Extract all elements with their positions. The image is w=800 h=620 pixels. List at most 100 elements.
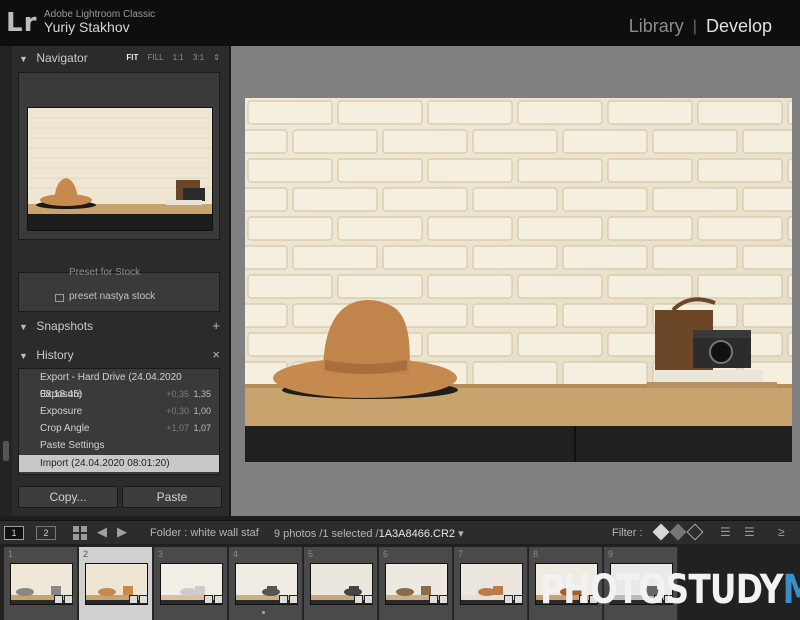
triangle-down-icon[interactable]: ▼ — [19, 344, 33, 368]
navigator-preview[interactable] — [18, 72, 220, 240]
filmstrip-cell-number: 3 — [158, 549, 164, 559]
current-filename: 1A3A8466.CR2 — [378, 528, 456, 540]
add-snapshot-icon[interactable]: + — [212, 314, 220, 338]
develop-canvas[interactable] — [231, 46, 800, 516]
grid-view-icon[interactable] — [73, 526, 87, 540]
history-item[interactable]: Export - Hard Drive (24.04.2020 08:18:45… — [19, 369, 219, 400]
module-library[interactable]: Library — [629, 16, 684, 37]
flag-filter-icon[interactable] — [652, 523, 670, 541]
brick — [652, 129, 738, 154]
filmstrip-cell-number: 8 — [533, 549, 539, 559]
filmstrip-cell-number: 6 — [383, 549, 389, 559]
main-photo[interactable] — [245, 98, 792, 462]
rejected-filter-icon[interactable] — [686, 523, 704, 541]
zoom-1-1[interactable]: 1:1 — [173, 53, 184, 62]
filmstrip-cell[interactable]: 4 — [229, 547, 303, 620]
history-header[interactable]: ▼ History × — [14, 343, 226, 367]
history-item[interactable]: Exposure +0,35 1,35 — [19, 386, 219, 403]
folder-path[interactable]: Folder : white wall staf — [150, 527, 259, 539]
zoom-fill[interactable]: FILL — [148, 53, 164, 62]
brick — [787, 274, 792, 299]
user-name: Yuriy Stakhov — [44, 19, 130, 35]
snapshots-title: Snapshots — [36, 319, 94, 333]
sliders-filter-icon[interactable]: ☰ — [720, 525, 731, 539]
history-item[interactable]: Exposure +0,30 1,00 — [19, 403, 219, 420]
brick — [787, 100, 792, 125]
brick — [697, 216, 783, 241]
brick — [607, 158, 693, 183]
module-picker: Library | Develop — [629, 16, 772, 37]
edited-badge-icon — [279, 595, 288, 604]
brick — [562, 303, 648, 328]
navigator-header[interactable]: ▼ Navigator FIT FILL 1:1 3:1 ⇕ — [14, 46, 226, 70]
snapshots-header[interactable]: ▼ Snapshots + — [14, 314, 226, 338]
brick — [427, 332, 513, 357]
rating-operator-icon[interactable]: ≥ — [778, 525, 785, 539]
filename-dropdown-icon[interactable]: ▾ — [458, 528, 464, 540]
filmstrip-cell[interactable]: 7 — [454, 547, 528, 620]
panel-scroll-grip[interactable] — [3, 441, 9, 461]
brick — [607, 274, 693, 299]
zoom-3-1[interactable]: 3:1 — [193, 53, 204, 62]
secondary-screen-button[interactable]: 2 — [36, 526, 56, 540]
brick — [742, 129, 792, 154]
develop-badge-icon — [139, 595, 148, 604]
edited-badge-icon — [504, 595, 513, 604]
history-item[interactable]: Crop Angle +1,07 1,07 — [19, 420, 219, 437]
watermark-accent: ME — [783, 567, 800, 613]
clear-history-icon[interactable]: × — [212, 343, 220, 367]
filmstrip-cell-number: 4 — [233, 549, 239, 559]
main-screen-button[interactable]: 1 — [4, 526, 24, 540]
brick — [787, 332, 792, 357]
brick — [517, 216, 603, 241]
filmstrip-cell[interactable]: 3 — [154, 547, 228, 620]
arrow-left-icon[interactable]: ◀ — [97, 524, 107, 540]
filmstrip-toolbar: 1 2 ◀ ▶ Folder : white wall staf 9 photo… — [0, 520, 800, 544]
presets-list: Preset for Stock preset nastya stock — [18, 267, 220, 312]
left-panel-edge[interactable] — [0, 46, 12, 516]
history-item-selected[interactable]: Import (24.04.2020 08:01:20) — [19, 455, 219, 472]
photo-count[interactable]: 9 photos /1 selected /1A3A8466.CR2 ▾ — [274, 527, 464, 540]
brick — [247, 158, 333, 183]
brick — [247, 216, 333, 241]
copy-button[interactable]: Copy... — [18, 486, 118, 508]
zoom-fit[interactable]: FIT — [126, 53, 138, 62]
zoom-stepper-icon[interactable]: ⇕ — [213, 53, 220, 62]
triangle-down-icon[interactable]: ▼ — [19, 47, 33, 71]
brick — [245, 303, 288, 328]
brick — [247, 274, 333, 299]
brick — [742, 245, 792, 270]
filmstrip-cell[interactable]: 1 — [4, 547, 78, 620]
preset-item[interactable]: preset nastya stock — [69, 291, 155, 302]
brick — [337, 216, 423, 241]
history-item[interactable]: Paste Settings — [19, 437, 219, 454]
preset-item[interactable]: Preset for Stock — [69, 267, 140, 278]
brick — [517, 158, 603, 183]
unflagged-filter-icon[interactable] — [669, 523, 687, 541]
edited-badge-icon — [54, 595, 63, 604]
develop-badge-icon — [364, 595, 373, 604]
module-develop[interactable]: Develop — [706, 16, 772, 37]
stack-dot-icon — [262, 611, 265, 614]
sliders-filter-icon[interactable]: ☰ — [744, 525, 755, 539]
navigator-zoom-options: FIT FILL 1:1 3:1 ⇕ — [119, 46, 220, 70]
watermark-main: PHOTOSTUDY — [540, 567, 783, 613]
brick — [787, 216, 792, 241]
edited-badge-icon — [129, 595, 138, 604]
navigator-thumbnail-image — [28, 108, 212, 230]
brick — [292, 187, 378, 212]
triangle-down-icon[interactable]: ▼ — [19, 315, 33, 339]
filmstrip-cell[interactable]: 2 — [79, 547, 153, 620]
filmstrip-cell[interactable]: 6 — [379, 547, 453, 620]
brick — [517, 332, 603, 357]
filter-label: Filter : — [612, 527, 643, 539]
brick — [697, 100, 783, 125]
edited-badge-icon — [204, 595, 213, 604]
arrow-right-icon[interactable]: ▶ — [117, 524, 127, 540]
paste-button[interactable]: Paste — [122, 486, 222, 508]
filmstrip-cell[interactable]: 5 — [304, 547, 378, 620]
filmstrip: 1 2 3 4 5 6 7 8 9 PHOTOSTUDYME — [0, 545, 800, 620]
main-photo-image — [245, 98, 792, 462]
brick — [607, 216, 693, 241]
navigator-thumbnail[interactable] — [27, 107, 213, 231]
